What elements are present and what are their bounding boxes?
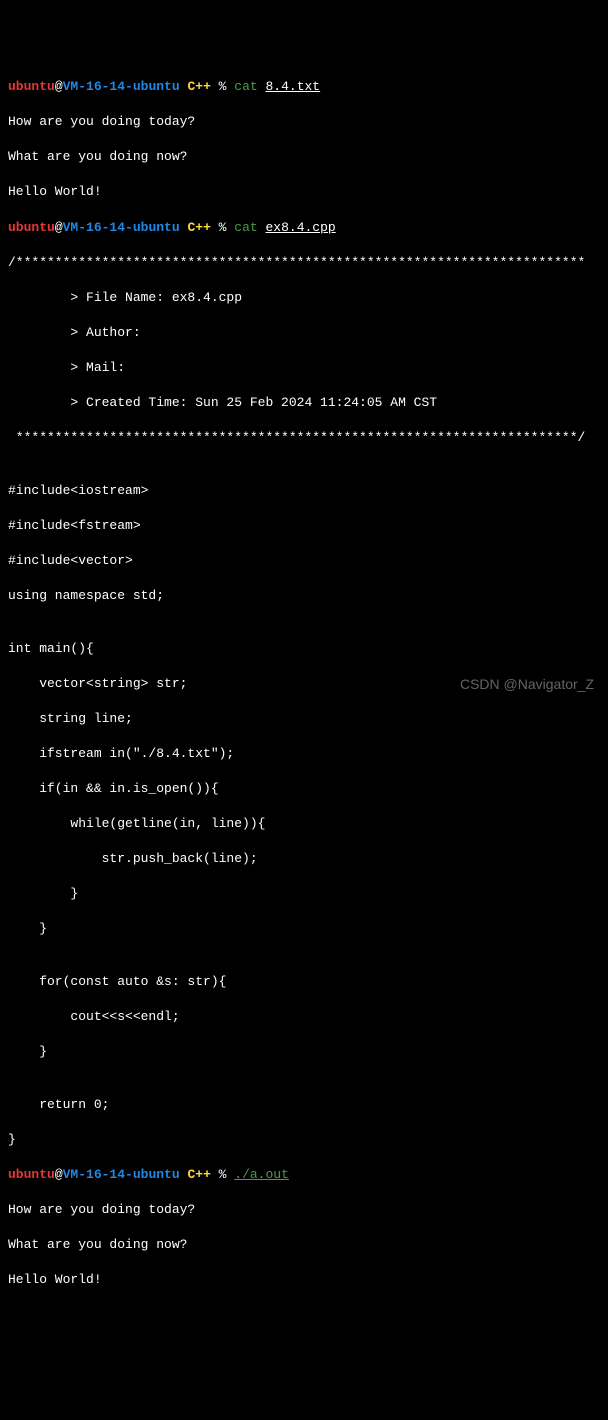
prompt-at: @ (55, 79, 63, 94)
source-line: /***************************************… (8, 254, 600, 272)
prompt-path: C++ (187, 1167, 210, 1182)
watermark: CSDN @Navigator_Z (460, 675, 594, 694)
output-line: How are you doing today? (8, 1201, 600, 1219)
source-line: #include<vector> (8, 552, 600, 570)
source-line: #include<fstream> (8, 517, 600, 535)
output-line: Hello World! (8, 183, 600, 201)
source-line: ****************************************… (8, 429, 600, 447)
source-line: return 0; (8, 1096, 600, 1114)
prompt-user: ubuntu (8, 1167, 55, 1182)
source-line: > File Name: ex8.4.cpp (8, 289, 600, 307)
cmd-arg: ex8.4.cpp (266, 220, 336, 235)
source-line: cout<<s<<endl; (8, 1008, 600, 1026)
source-line: #include<iostream> (8, 482, 600, 500)
prompt-user: ubuntu (8, 220, 55, 235)
source-line: > Author: (8, 324, 600, 342)
source-line: > Created Time: Sun 25 Feb 2024 11:24:05… (8, 394, 600, 412)
prompt-line-2: ubuntu@VM-16-14-ubuntu C++ % cat ex8.4.c… (8, 219, 600, 237)
prompt-path: C++ (187, 79, 210, 94)
source-line: > Mail: (8, 359, 600, 377)
source-line: } (8, 1131, 600, 1149)
output-line: Hello World! (8, 1271, 600, 1289)
prompt-host: VM-16-14-ubuntu (63, 1167, 180, 1182)
output-line: What are you doing now? (8, 1236, 600, 1254)
cmd-arg: ./a.out (234, 1167, 289, 1182)
cmd-name: cat (234, 79, 257, 94)
prompt-line-3: ubuntu@VM-16-14-ubuntu C++ % ./a.out (8, 1166, 600, 1184)
source-line: string line; (8, 710, 600, 728)
source-line: } (8, 885, 600, 903)
source-line: } (8, 1043, 600, 1061)
source-line: } (8, 920, 600, 938)
source-line: using namespace std; (8, 587, 600, 605)
prompt-user: ubuntu (8, 79, 55, 94)
prompt-sep: % (211, 220, 234, 235)
source-line: ifstream in("./8.4.txt"); (8, 745, 600, 763)
prompt-sep: % (211, 1167, 234, 1182)
source-line: if(in && in.is_open()){ (8, 780, 600, 798)
output-line: How are you doing today? (8, 113, 600, 131)
prompt-at: @ (55, 220, 63, 235)
prompt-line-1: ubuntu@VM-16-14-ubuntu C++ % cat 8.4.txt (8, 78, 600, 96)
source-line: int main(){ (8, 640, 600, 658)
prompt-at: @ (55, 1167, 63, 1182)
source-line: str.push_back(line); (8, 850, 600, 868)
prompt-host: VM-16-14-ubuntu (63, 79, 180, 94)
prompt-host: VM-16-14-ubuntu (63, 220, 180, 235)
cmd-name: cat (234, 220, 257, 235)
cmd-arg: 8.4.txt (266, 79, 321, 94)
prompt-sep: % (211, 79, 234, 94)
prompt-path: C++ (187, 220, 210, 235)
source-line: for(const auto &s: str){ (8, 973, 600, 991)
output-line: What are you doing now? (8, 148, 600, 166)
source-line: while(getline(in, line)){ (8, 815, 600, 833)
